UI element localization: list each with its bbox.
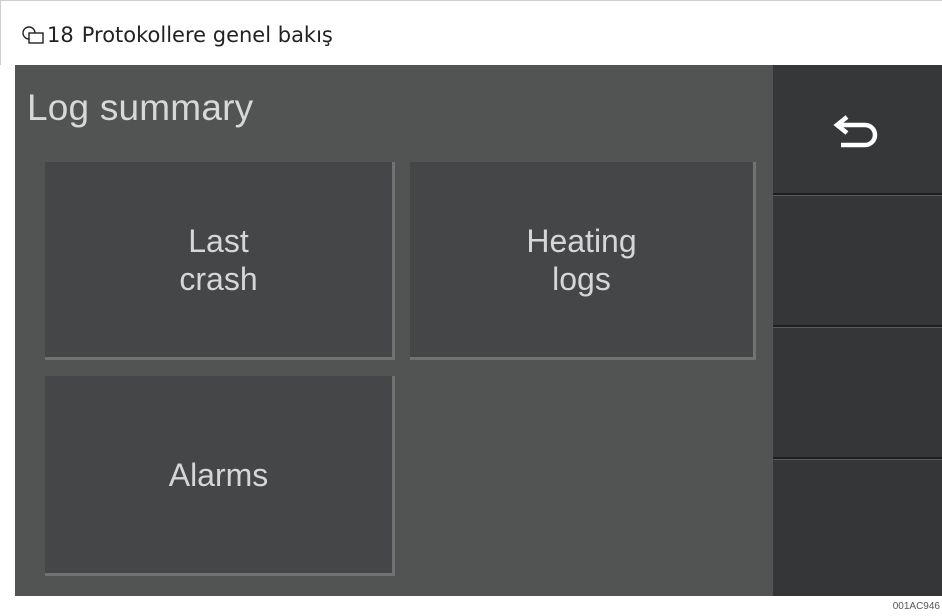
heating-logs-button[interactable]: Heating logs bbox=[410, 162, 756, 360]
return-arrow-icon bbox=[833, 115, 878, 148]
figure-icon bbox=[22, 26, 44, 44]
device-screen: Log summary Last crash Heating logs Alar… bbox=[15, 65, 942, 596]
caption-row: 18 Protokollere genel bakış bbox=[21, 23, 333, 47]
page-title: Log summary bbox=[27, 87, 254, 128]
back-button[interactable] bbox=[773, 65, 942, 195]
figure-number: 18 bbox=[47, 23, 74, 47]
sidebar-button-2[interactable] bbox=[773, 195, 942, 327]
sidebar-button-4[interactable] bbox=[773, 459, 942, 596]
figure-caption: 18 Protokollere genel bakış bbox=[0, 0, 942, 65]
figure-code: 001AC946 bbox=[892, 601, 940, 612]
last-crash-button[interactable]: Last crash bbox=[45, 162, 395, 360]
alarms-button[interactable]: Alarms bbox=[45, 376, 395, 576]
figure-title: Protokollere genel bakış bbox=[81, 23, 333, 47]
sidebar-button-3[interactable] bbox=[773, 327, 942, 459]
sidebar bbox=[773, 65, 942, 596]
